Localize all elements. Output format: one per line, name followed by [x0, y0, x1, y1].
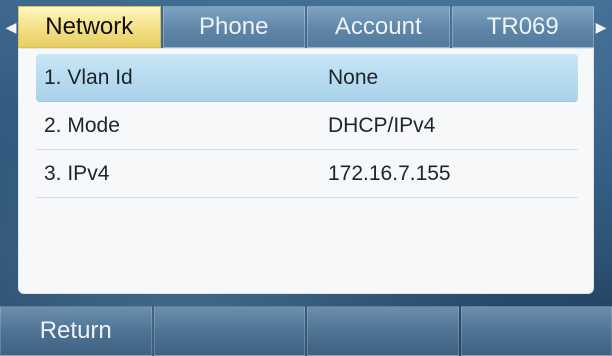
setting-label: 1. Vlan Id: [44, 65, 133, 89]
setting-value: 172.16.7.155: [328, 161, 451, 185]
settings-row-ipv4[interactable]: 3. IPv4 172.16.7.155: [36, 150, 578, 198]
softkey-3[interactable]: [307, 306, 459, 356]
setting-value: DHCP/IPv4: [328, 113, 436, 137]
settings-row-mode[interactable]: 2. Mode DHCP/IPv4: [36, 102, 578, 150]
tab-network[interactable]: Network: [18, 6, 161, 48]
tab-scroll-right-icon[interactable]: ▶: [592, 6, 610, 48]
tab-bar: Network Phone Account TR069: [18, 6, 594, 48]
settings-panel: 1. Vlan Id None 2. Mode DHCP/IPv4 3. IPv…: [18, 48, 594, 294]
tab-tr069[interactable]: TR069: [451, 6, 594, 48]
setting-label: 3. IPv4: [44, 161, 110, 185]
softkey-4[interactable]: [460, 306, 612, 356]
return-softkey[interactable]: Return: [0, 306, 152, 356]
tab-phone[interactable]: Phone: [162, 6, 305, 48]
tab-account[interactable]: Account: [307, 6, 450, 48]
setting-value: None: [328, 65, 379, 89]
softkey-bar: Return: [0, 306, 612, 356]
softkey-2[interactable]: [153, 306, 305, 356]
setting-label: 2. Mode: [44, 113, 120, 137]
settings-row-vlan-id[interactable]: 1. Vlan Id None: [36, 54, 578, 102]
